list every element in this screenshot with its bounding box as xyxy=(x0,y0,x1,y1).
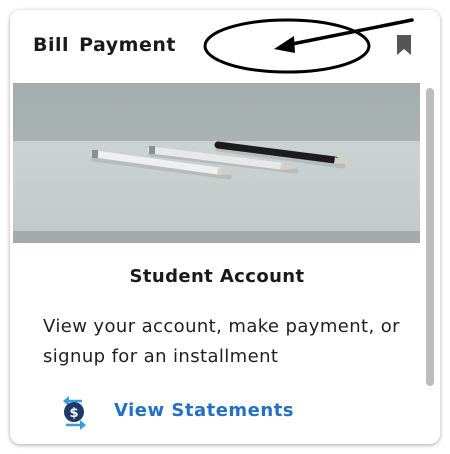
annotation-ellipse-arrow xyxy=(203,18,414,74)
card-header: Bill Payment xyxy=(10,10,440,84)
card-description: View your account, make payment, or sign… xyxy=(43,316,400,367)
view-statements-label: View Statements xyxy=(114,400,295,421)
card-title: Bill Payment xyxy=(33,34,176,56)
svg-text:$: $ xyxy=(69,406,78,421)
dollar-exchange-icon: $ xyxy=(63,396,86,430)
bookmark-icon[interactable] xyxy=(395,34,413,56)
card-image xyxy=(13,83,420,243)
scrollbar-thumb[interactable] xyxy=(426,88,434,386)
account-title: Student Account xyxy=(129,266,305,287)
bill-payment-card: Bill Payment Student Account View your a… xyxy=(10,10,440,444)
view-statements-link[interactable]: $ View Statements xyxy=(50,390,310,434)
